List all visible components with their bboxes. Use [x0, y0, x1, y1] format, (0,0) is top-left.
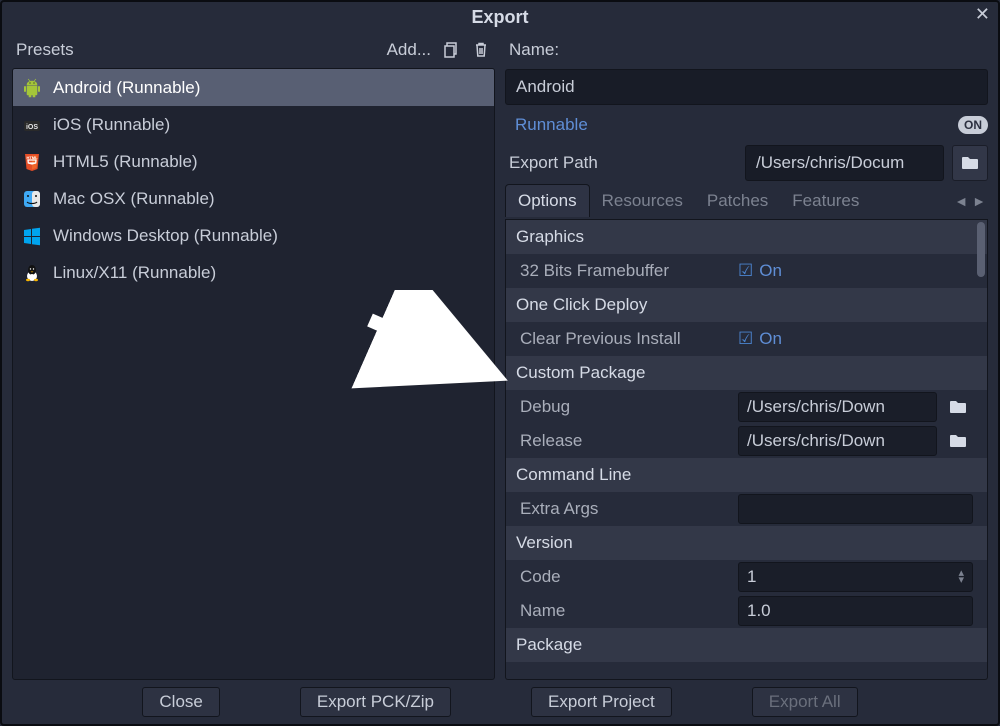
- close-icon[interactable]: ✕: [975, 4, 990, 25]
- section-one-click-deploy: One Click Deploy: [506, 288, 987, 322]
- export-path-label: Export Path: [505, 153, 737, 173]
- export-path-row: Export Path /Users/chris/Docum: [505, 144, 988, 182]
- section-custom-package: Custom Package: [506, 356, 987, 390]
- export-dialog: Export ✕ Presets Add...: [0, 0, 1000, 726]
- option-release-path: Release /Users/chris/Down: [506, 424, 987, 458]
- option-version-name: Name 1.0: [506, 594, 987, 628]
- preset-item-macosx[interactable]: Mac OSX (Runnable): [13, 180, 494, 217]
- presets-header: Presets Add...: [12, 32, 495, 68]
- browse-debug-button[interactable]: [943, 392, 973, 422]
- preset-item-android[interactable]: Android (Runnable): [13, 69, 494, 106]
- version-code-spinner[interactable]: 1 ▴▾: [738, 562, 973, 592]
- footer: Close Export PCK/Zip Export Project Expo…: [2, 680, 998, 724]
- tab-nav-right-icon[interactable]: ►: [970, 193, 988, 209]
- preset-label: Mac OSX (Runnable): [53, 189, 215, 209]
- windows-icon: [21, 225, 43, 247]
- html5-icon: HTML: [21, 151, 43, 173]
- dialog-title: Export: [471, 7, 528, 28]
- scrollbar[interactable]: [977, 222, 985, 277]
- trash-icon[interactable]: [471, 40, 491, 60]
- folder-icon: [949, 434, 967, 448]
- option-version-code: Code 1 ▴▾: [506, 560, 987, 594]
- folder-icon: [949, 400, 967, 414]
- preset-item-html5[interactable]: HTML HTML5 (Runnable): [13, 143, 494, 180]
- export-path-input[interactable]: /Users/chris/Docum: [745, 145, 944, 181]
- tab-nav-left-icon[interactable]: ◄: [952, 193, 970, 209]
- finder-icon: [21, 188, 43, 210]
- browse-release-button[interactable]: [943, 426, 973, 456]
- runnable-badge[interactable]: ON: [958, 116, 988, 134]
- option-clear-previous-install: Clear Previous Install ☑ On: [506, 322, 987, 356]
- android-icon: [21, 77, 43, 99]
- svg-text:HTML: HTML: [26, 155, 38, 160]
- spinner-icon: ▴▾: [958, 570, 964, 584]
- presets-pane: Presets Add... Android (Runnable): [12, 32, 495, 680]
- options-panel: Graphics 32 Bits Framebuffer ☑ On One Cl…: [505, 220, 988, 680]
- runnable-toggle[interactable]: Runnable: [505, 115, 950, 135]
- preset-label: iOS (Runnable): [53, 115, 170, 135]
- close-button[interactable]: Close: [142, 687, 219, 717]
- titlebar: Export ✕: [2, 2, 998, 32]
- release-path-input[interactable]: /Users/chris/Down: [738, 426, 937, 456]
- dialog-body: Presets Add... Android (Runnable): [2, 32, 998, 680]
- ios-icon: iOS: [21, 114, 43, 136]
- svg-text:iOS: iOS: [26, 124, 38, 131]
- section-version: Version: [506, 526, 987, 560]
- preset-item-linux[interactable]: Linux/X11 (Runnable): [13, 254, 494, 291]
- tab-features[interactable]: Features: [780, 185, 871, 217]
- name-input[interactable]: Android: [505, 69, 988, 105]
- debug-path-input[interactable]: /Users/chris/Down: [738, 392, 937, 422]
- runnable-row: Runnable ON: [505, 106, 988, 144]
- name-header: Name:: [505, 32, 988, 68]
- option-extra-args: Extra Args: [506, 492, 987, 526]
- browse-export-path-button[interactable]: [952, 145, 988, 181]
- checkbox-framebuffer[interactable]: ☑: [738, 261, 753, 281]
- preset-item-ios[interactable]: iOS iOS (Runnable): [13, 106, 494, 143]
- name-field-row: Android: [505, 68, 988, 106]
- options-scroll: Graphics 32 Bits Framebuffer ☑ On One Cl…: [506, 220, 987, 679]
- tab-patches[interactable]: Patches: [695, 185, 780, 217]
- tab-resources[interactable]: Resources: [590, 185, 695, 217]
- preset-label: Android (Runnable): [53, 78, 200, 98]
- tux-icon: [21, 262, 43, 284]
- extra-args-input[interactable]: [738, 494, 973, 524]
- add-preset-button[interactable]: Add...: [387, 40, 431, 60]
- checkbox-clear-prev[interactable]: ☑: [738, 329, 753, 349]
- version-name-input[interactable]: 1.0: [738, 596, 973, 626]
- export-project-button[interactable]: Export Project: [531, 687, 672, 717]
- preset-label: Windows Desktop (Runnable): [53, 226, 278, 246]
- name-label: Name:: [509, 40, 559, 60]
- preset-label: HTML5 (Runnable): [53, 152, 198, 172]
- section-graphics: Graphics: [506, 220, 987, 254]
- preset-item-windows[interactable]: Windows Desktop (Runnable): [13, 217, 494, 254]
- tabs: Options Resources Patches Features ◄ ►: [505, 182, 988, 220]
- option-32bits-framebuffer: 32 Bits Framebuffer ☑ On: [506, 254, 987, 288]
- preset-label: Linux/X11 (Runnable): [53, 263, 216, 283]
- tab-options[interactable]: Options: [505, 184, 590, 217]
- presets-label: Presets: [16, 40, 74, 60]
- preset-list: Android (Runnable) iOS iOS (Runnable) HT…: [12, 68, 495, 680]
- section-command-line: Command Line: [506, 458, 987, 492]
- option-debug-path: Debug /Users/chris/Down: [506, 390, 987, 424]
- section-package: Package: [506, 628, 987, 662]
- export-all-button[interactable]: Export All: [752, 687, 858, 717]
- details-pane: Name: Android Runnable ON Export Path /U…: [505, 32, 988, 680]
- folder-icon: [961, 156, 979, 170]
- export-pck-button[interactable]: Export PCK/Zip: [300, 687, 451, 717]
- copy-icon[interactable]: [441, 40, 461, 60]
